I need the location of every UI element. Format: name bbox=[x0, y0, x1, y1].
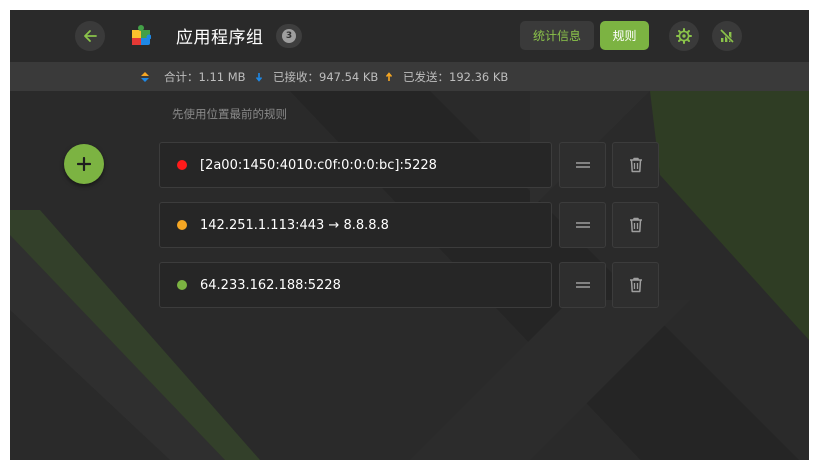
page-title: 应用程序组 bbox=[176, 28, 264, 48]
app-count: 3 bbox=[282, 29, 296, 43]
received-stat: 已接收： 947.54 KB bbox=[255, 62, 378, 91]
delete-rule-button[interactable] bbox=[612, 202, 659, 248]
drag-handle-button[interactable] bbox=[559, 202, 606, 248]
puzzle-app-icon bbox=[132, 25, 151, 45]
app-header: 应用程序组 3 统计信息 规则 bbox=[10, 10, 809, 62]
gear-icon bbox=[676, 28, 692, 44]
rule-status-dot bbox=[177, 280, 187, 290]
trash-icon bbox=[629, 217, 642, 233]
rule-row: [2a00:1450:4010:c0f:0:0:0:bc]:5228 bbox=[159, 142, 659, 188]
settings-button[interactable] bbox=[669, 21, 699, 51]
drag-handle-icon bbox=[575, 222, 590, 228]
trash-icon bbox=[629, 157, 642, 173]
delete-rule-button[interactable] bbox=[612, 262, 659, 308]
rule-text: 142.251.1.113:443 → 8.8.8.8 bbox=[200, 217, 389, 233]
tab-rules[interactable]: 规则 bbox=[600, 21, 649, 50]
rule-text: [2a00:1450:4010:c0f:0:0:0:bc]:5228 bbox=[200, 157, 437, 173]
rule-row: 142.251.1.113:443 → 8.8.8.8 bbox=[159, 202, 659, 248]
trash-icon bbox=[629, 277, 642, 293]
drag-handle-button[interactable] bbox=[559, 262, 606, 308]
arrow-left-icon bbox=[84, 30, 97, 42]
arrow-down-icon bbox=[255, 72, 263, 82]
sent-value: 192.36 KB bbox=[449, 69, 509, 84]
tab-statistics[interactable]: 统计信息 bbox=[520, 21, 594, 50]
total-stat: 合计： 1.11 MB bbox=[140, 62, 246, 91]
sent-label: 已发送： bbox=[403, 69, 449, 84]
rules-hint: 先使用位置最前的规则 bbox=[172, 107, 287, 121]
rule-status-dot bbox=[177, 160, 187, 170]
sent-stat: 已发送： 192.36 KB bbox=[385, 62, 508, 91]
traffic-stats-bar: 合计： 1.11 MB 已接收： 947.54 KB 已发送： 192.36 K… bbox=[10, 62, 809, 91]
app-count-badge: 3 bbox=[276, 24, 302, 48]
rule-card[interactable]: [2a00:1450:4010:c0f:0:0:0:bc]:5228 bbox=[159, 142, 552, 188]
plus-icon bbox=[77, 157, 91, 171]
drag-handle-button[interactable] bbox=[559, 142, 606, 188]
back-button[interactable] bbox=[75, 21, 105, 51]
app-window: 应用程序组 3 统计信息 规则 合计： 1.11 MB 已接收： 947.54 … bbox=[10, 10, 809, 460]
arrow-up-icon bbox=[385, 71, 393, 81]
block-traffic-button[interactable] bbox=[712, 21, 742, 51]
rule-card[interactable]: 142.251.1.113:443 → 8.8.8.8 bbox=[159, 202, 552, 248]
rule-card[interactable]: 64.233.162.188:5228 bbox=[159, 262, 552, 308]
rule-status-dot bbox=[177, 220, 187, 230]
received-value: 947.54 KB bbox=[319, 69, 379, 84]
rule-row: 64.233.162.188:5228 bbox=[159, 262, 659, 308]
drag-handle-icon bbox=[575, 162, 590, 168]
add-rule-button[interactable] bbox=[64, 144, 104, 184]
total-label: 合计： bbox=[164, 69, 199, 84]
drag-handle-icon bbox=[575, 282, 590, 288]
received-label: 已接收： bbox=[273, 69, 319, 84]
up-down-arrows-icon bbox=[141, 71, 149, 82]
total-value: 1.11 MB bbox=[198, 69, 246, 84]
rule-text: 64.233.162.188:5228 bbox=[200, 277, 341, 293]
delete-rule-button[interactable] bbox=[612, 142, 659, 188]
signal-off-icon bbox=[719, 28, 735, 44]
